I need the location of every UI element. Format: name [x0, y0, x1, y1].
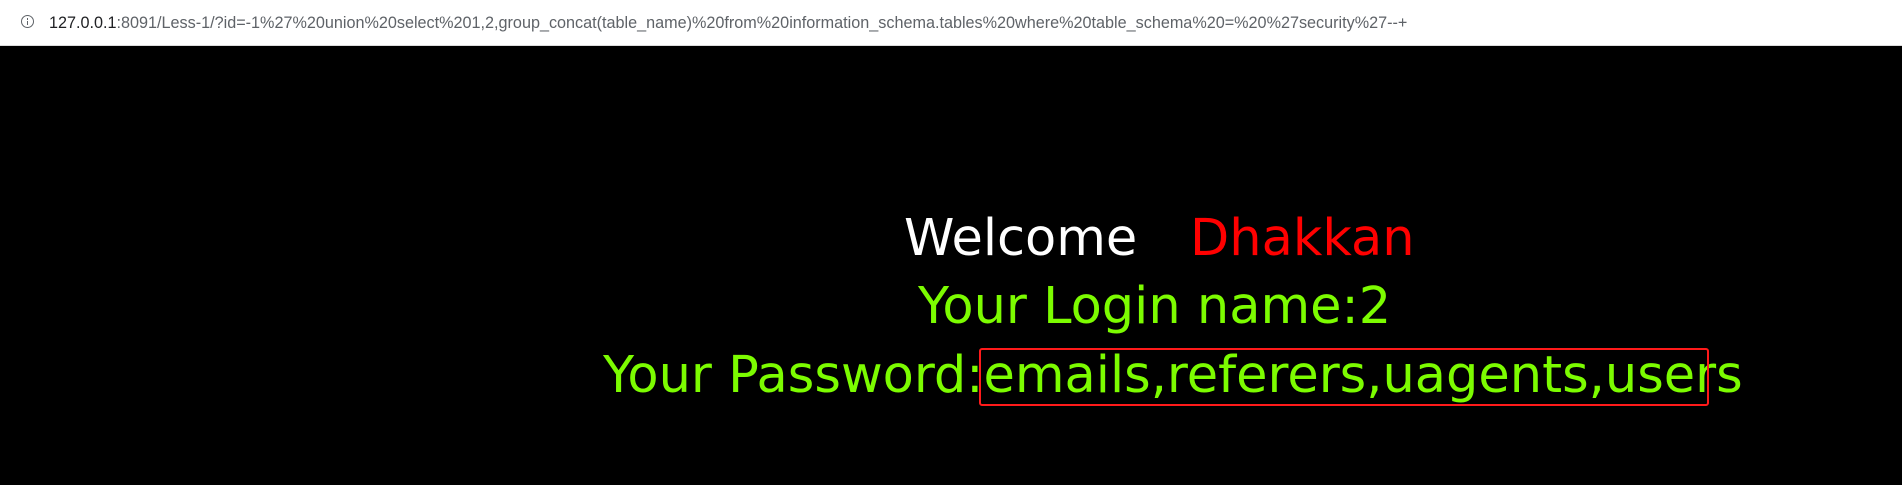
browser-address-bar: 127.0.0.1:8091/Less-1/?id=-1%27%20union%…	[0, 0, 1902, 46]
url-field[interactable]: 127.0.0.1:8091/Less-1/?id=-1%27%20union%…	[49, 12, 1407, 34]
password-value-highlight	[979, 348, 1709, 406]
login-name-line: Your Login name:2	[918, 272, 1391, 342]
url-host: 127.0.0.1	[49, 14, 117, 32]
info-icon[interactable]	[21, 15, 34, 28]
login-name-label: Your Login name:	[918, 277, 1359, 336]
login-name-value: 2	[1358, 277, 1392, 336]
page-content: Welcome Dhakkan Your Login name:2 Your P…	[0, 46, 1902, 485]
welcome-name: Dhakkan	[1190, 209, 1415, 268]
welcome-word: Welcome	[904, 209, 1138, 268]
url-path: :8091/Less-1/?id=-1%27%20union%20select%…	[116, 14, 1408, 32]
password-label: Your Password:	[603, 346, 984, 405]
